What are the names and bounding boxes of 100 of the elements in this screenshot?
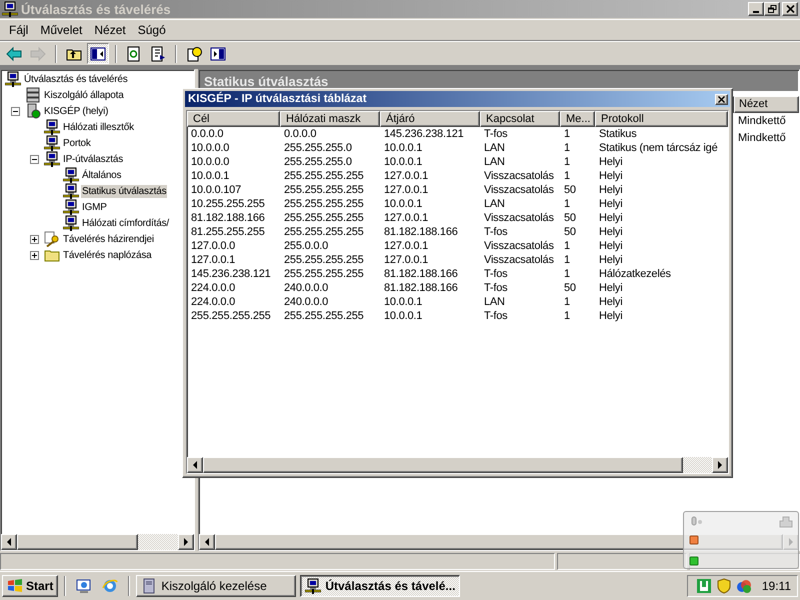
tree-item[interactable]: Útválasztás és távelérés: [23, 72, 129, 86]
computer-icon: [63, 167, 79, 183]
table-cell-text: LAN: [483, 295, 506, 309]
column-header[interactable]: Cél: [187, 111, 280, 127]
tree-item[interactable]: KISGÉP (helyi): [43, 104, 110, 118]
computer-icon: [63, 199, 79, 215]
close-button[interactable]: [715, 94, 728, 104]
scroll-thumb[interactable]: [17, 534, 138, 550]
start-button[interactable]: Start: [2, 574, 58, 596]
column-header[interactable]: Protokoll: [595, 111, 728, 127]
tree-item[interactable]: IP-útválasztás: [62, 152, 124, 166]
table-cell-text: Visszacsatolás: [483, 239, 555, 253]
table-cell-text: T-fos: [483, 267, 508, 281]
table-cell-text: Helyi: [598, 295, 624, 309]
taskbar-button[interactable]: Kiszolgáló kezelése: [136, 574, 296, 596]
table-cell-text: 240.0.0.0: [283, 295, 330, 309]
clock: 19:11: [762, 578, 791, 592]
minimize-button[interactable]: [748, 2, 764, 16]
table-cell-text: 0.0.0.0: [190, 127, 224, 141]
back-arrow-icon: [6, 46, 22, 62]
scroll-right-button[interactable]: [712, 457, 728, 473]
column-header[interactable]: Nézet: [734, 96, 799, 113]
table-cell-text: T-fos: [483, 225, 508, 239]
table-cell-text: Helyi: [598, 169, 624, 183]
table-cell-text: 240.0.0.0: [283, 281, 330, 295]
left-arrow-icon: [203, 538, 211, 546]
column-header[interactable]: Átjáró: [380, 111, 480, 127]
tree-button[interactable]: [87, 43, 109, 64]
tree-item[interactable]: Hálózati illesztők: [62, 120, 135, 134]
refresh-icon: [126, 46, 142, 62]
table-cell-text: LAN: [483, 197, 506, 211]
tree-item[interactable]: Hálózati címfordítás/: [81, 216, 170, 230]
column-header[interactable]: Me...: [560, 111, 595, 127]
windows-flag-icon: [7, 578, 23, 594]
table-cell-text: 145.236.238.121: [190, 267, 272, 281]
table-cell-text: LAN: [483, 141, 506, 155]
table-cell-text: Mindkettő: [737, 114, 787, 129]
menu-item[interactable]: Művelet: [34, 21, 88, 39]
table-cell-text: 81.182.188.166: [383, 267, 459, 281]
server-stack-icon: [25, 87, 41, 103]
table-cell-text: 224.0.0.0: [190, 295, 236, 309]
table-cell-text: 1: [563, 309, 571, 323]
table-cell-text: 255.255.255.255: [283, 211, 365, 225]
expand-toggle[interactable]: [30, 234, 39, 244]
indicator-icon: [689, 555, 699, 567]
menu-item[interactable]: Nézet: [88, 21, 132, 39]
table-cell-text: Helyi: [598, 183, 624, 197]
right-arrow-icon: [716, 461, 724, 469]
menu-item[interactable]: Fájl: [3, 21, 34, 39]
table-cell-text: 255.255.255.0: [283, 155, 353, 169]
tree-item[interactable]: Portok: [62, 136, 92, 150]
expand-toggle[interactable]: [30, 250, 39, 260]
scroll-left-button[interactable]: [199, 534, 215, 550]
scroll-left-button[interactable]: [1, 534, 17, 550]
menu-item[interactable]: Súgó: [132, 21, 172, 39]
tree-item[interactable]: Statikus útválasztás: [81, 184, 168, 198]
table-cell-text: Helyi: [598, 155, 624, 169]
forward-arrow-icon: [30, 46, 46, 62]
taskbar-button[interactable]: Útválasztás és távelé...: [300, 574, 460, 596]
table-cell-text: T-fos: [483, 281, 508, 295]
computer-icon: [305, 578, 322, 594]
network-icon: [696, 578, 712, 594]
tree-item[interactable]: Kiszolgáló állapota: [43, 88, 125, 102]
table-cell-text: 50: [563, 211, 577, 225]
table-cell-text: 1: [563, 295, 571, 309]
column-header[interactable]: Hálózati maszk: [280, 111, 380, 127]
scroll-right-button[interactable]: [178, 534, 194, 550]
tree-item[interactable]: Általános: [81, 168, 122, 182]
computer-icon: [63, 183, 79, 199]
table-cell-text: 1: [563, 155, 571, 169]
table-cell-text: Visszacsatolás: [483, 211, 555, 225]
table-cell-text: 10.0.0.1: [383, 155, 424, 169]
computer-icon: [63, 215, 79, 231]
help-icon: [186, 46, 202, 62]
table-cell-text: 255.0.0.0: [283, 239, 330, 253]
scroll-left-button[interactable]: [187, 457, 203, 473]
close-button[interactable]: [782, 2, 798, 16]
column-header[interactable]: Kapcsolat: [480, 111, 560, 127]
table-cell-text: 81.255.255.255: [190, 225, 266, 239]
table-cell-text: 1: [563, 253, 571, 267]
table-cell-text: 1: [563, 141, 571, 155]
expand-toggle[interactable]: [11, 106, 20, 116]
tree-item[interactable]: Távelérés naplózása: [62, 248, 152, 262]
table-cell-text: 127.0.0.1: [383, 253, 430, 267]
table-cell-text: Helyi: [598, 211, 624, 225]
browser-icon: [102, 578, 118, 594]
tool-icon: [779, 516, 793, 528]
table-cell-text: Helyi: [598, 281, 624, 295]
table-cell-text: 10.0.0.1: [383, 197, 424, 211]
table-cell-text: 127.0.0.1: [383, 169, 430, 183]
table-cell-text: 50: [563, 183, 577, 197]
tree-item[interactable]: Távelérés házirendjei: [62, 232, 155, 246]
desktop-icon: [76, 578, 92, 594]
tree-item[interactable]: IGMP: [81, 200, 108, 214]
restore-button[interactable]: [764, 2, 780, 16]
expand-toggle[interactable]: [30, 154, 39, 164]
table-cell-text: 255.255.255.255: [283, 169, 365, 183]
tree-pane-icon: [90, 46, 106, 62]
server-icon: [25, 103, 41, 119]
table-cell-text: 10.0.0.1: [190, 169, 230, 183]
